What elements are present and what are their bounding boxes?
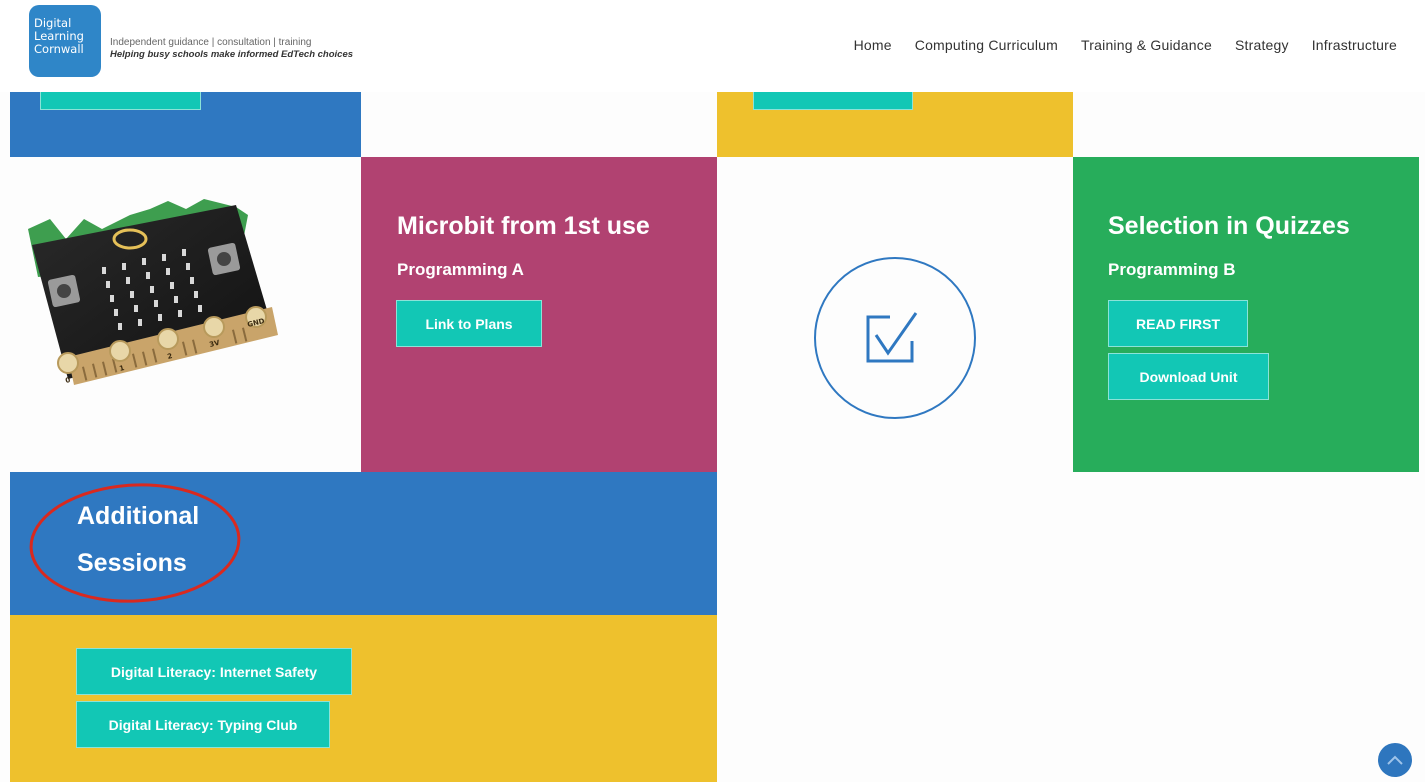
tile-microbit-from-1st-use: Microbit from 1st use Programming A Link…: [361, 157, 717, 472]
tile-microbit-image: 0 1 2 3V GND: [10, 157, 361, 472]
nav-home[interactable]: Home: [854, 37, 892, 53]
digital-literacy-internet-safety-button[interactable]: Digital Literacy: Internet Safety: [76, 648, 352, 695]
main-nav: Home Computing Curriculum Training & Gui…: [854, 37, 1397, 53]
checkbox-check-icon: [814, 257, 976, 419]
nav-computing-curriculum[interactable]: Computing Curriculum: [915, 37, 1058, 53]
microbit-board-image: 0 1 2 3V GND: [28, 199, 278, 385]
digital-literacy-typing-club-button[interactable]: Digital Literacy: Typing Club: [76, 701, 330, 748]
scroll-to-top-button[interactable]: [1378, 743, 1412, 777]
tile-microbit-title: Microbit from 1st use: [397, 212, 650, 240]
tile-top-yellow: [717, 92, 1073, 157]
read-first-button[interactable]: READ FIRST: [1108, 300, 1248, 347]
subtagline-text: Helping busy schools make informed EdTec…: [110, 49, 354, 60]
tile-quizzes-subtitle: Programming B: [1108, 260, 1236, 279]
top-blue-button[interactable]: [40, 92, 201, 110]
tile-checkbox-icon: [717, 157, 1073, 472]
link-to-plans-button[interactable]: Link to Plans: [396, 300, 542, 347]
tagline-text: Independent guidance | consultation | tr…: [110, 37, 312, 48]
chevron-up-icon: [1387, 755, 1403, 765]
download-unit-button[interactable]: Download Unit: [1108, 353, 1269, 400]
nav-infrastructure[interactable]: Infrastructure: [1312, 37, 1397, 53]
pin-ring-1: [109, 340, 131, 362]
tile-top-white: [361, 92, 717, 157]
nav-strategy[interactable]: Strategy: [1235, 37, 1289, 53]
site-header: Digital Learning Cornwall Independent gu…: [0, 0, 1425, 92]
site-logo[interactable]: Digital Learning Cornwall: [29, 5, 101, 77]
pin-ring-2: [157, 328, 179, 350]
nav-training-guidance[interactable]: Training & Guidance: [1081, 37, 1212, 53]
tile-top-blue: [10, 92, 361, 157]
top-yellow-button[interactable]: [753, 92, 913, 110]
logo-line-3: Cornwall: [34, 42, 84, 56]
pin-ring-3v: [203, 316, 225, 338]
tile-digital-literacy: Digital Literacy: Internet Safety Digita…: [10, 615, 717, 782]
tile-additional-sessions: Additional Sessions: [10, 472, 717, 615]
site-tagline: Independent guidance | consultation | tr…: [110, 37, 353, 61]
tile-quizzes-title: Selection in Quizzes: [1108, 212, 1350, 240]
pin-ring-0: [57, 352, 79, 374]
tile-microbit-subtitle: Programming A: [397, 260, 524, 279]
red-annotation-circle: [29, 483, 241, 603]
tile-selection-in-quizzes: Selection in Quizzes Programming B READ …: [1073, 157, 1419, 472]
